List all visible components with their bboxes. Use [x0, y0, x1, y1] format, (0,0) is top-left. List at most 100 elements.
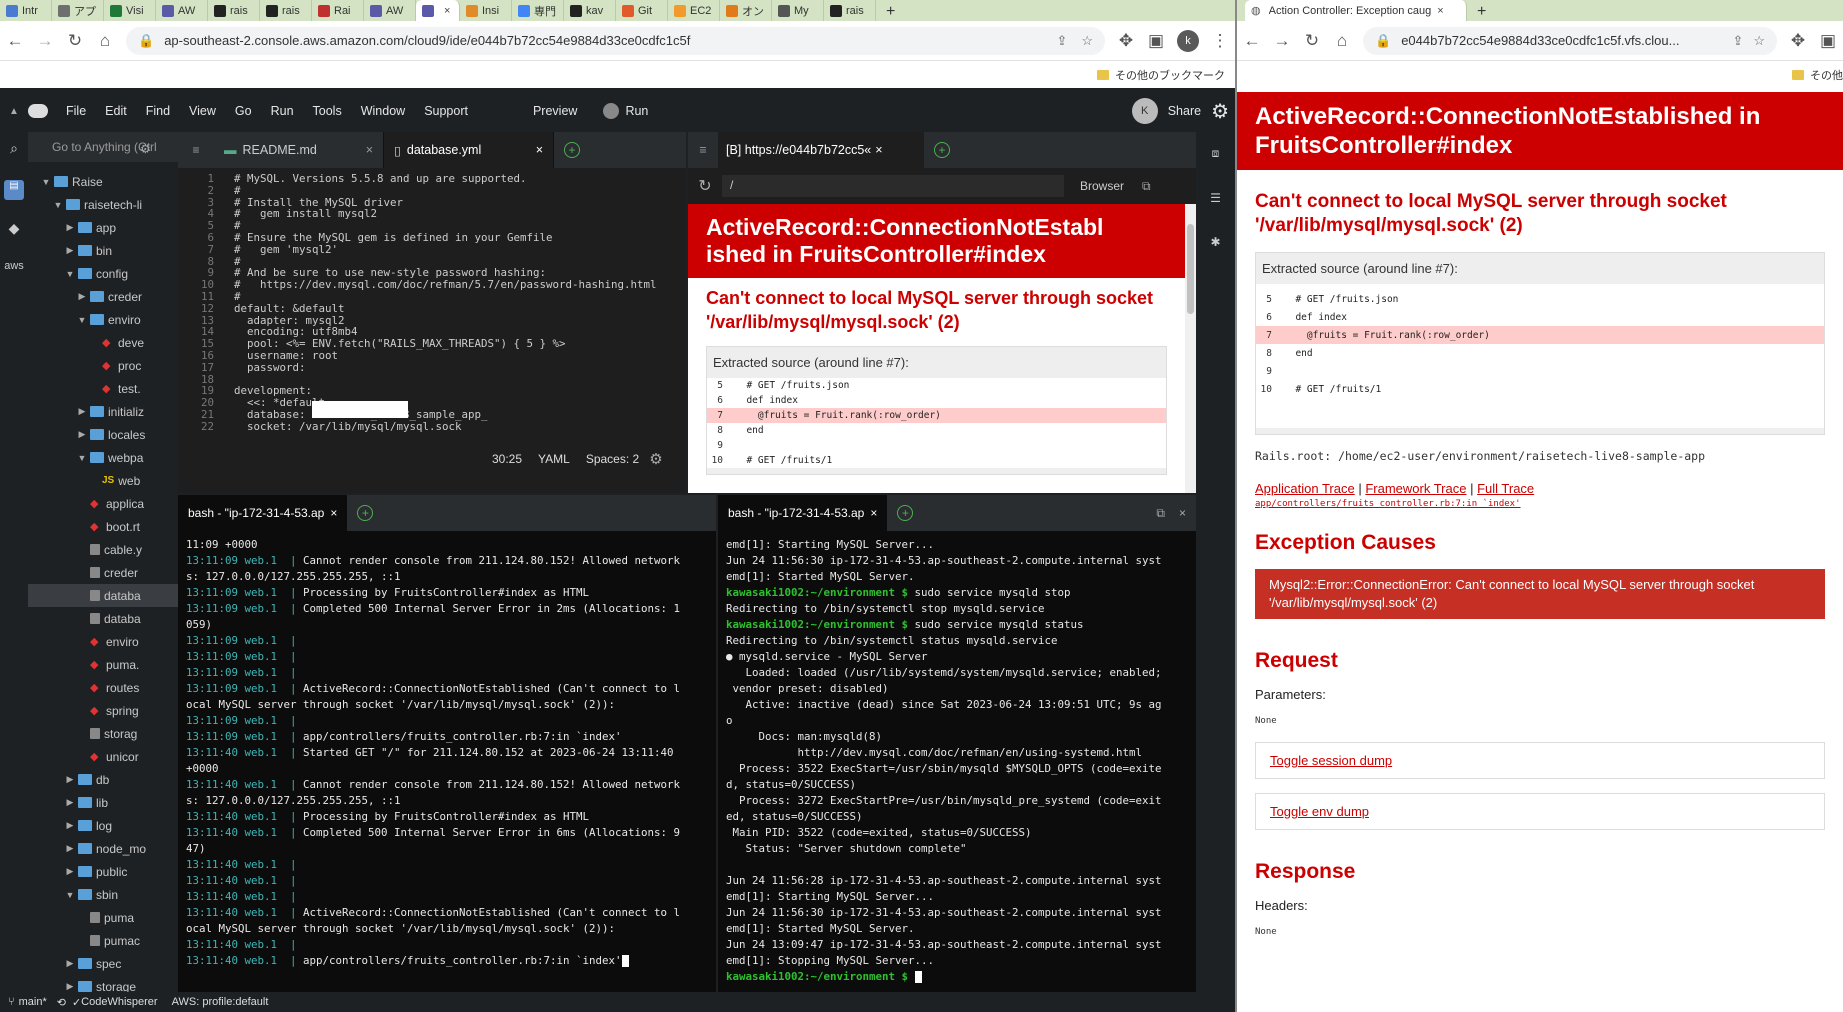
full-trace-link[interactable]: Full Trace — [1477, 481, 1534, 496]
browser-tab[interactable]: Intr — [0, 0, 52, 21]
new-terminal-icon[interactable]: + — [357, 505, 374, 521]
close-icon[interactable]: × — [536, 143, 543, 157]
chevron-icon[interactable]: ▶ — [64, 245, 76, 256]
tree-item[interactable]: ▼ config — [28, 262, 178, 285]
home-icon[interactable]: ⌂ — [1327, 31, 1357, 51]
browser-tab[interactable]: Insi — [460, 0, 512, 21]
browser-button[interactable]: Browser — [1070, 179, 1134, 193]
close-icon[interactable]: × — [366, 143, 373, 157]
browser-tab[interactable]: AW — [156, 0, 208, 21]
framework-trace-link[interactable]: Framework Trace — [1365, 481, 1466, 496]
user-avatar[interactable]: K — [1131, 98, 1158, 124]
browser-tab[interactable]: rais — [208, 0, 260, 21]
url-input[interactable]: 🔒 e044b7b72cc54e9884d33ce0cdfc1c5f.vfs.c… — [1363, 26, 1777, 55]
browser-tab[interactable]: rais — [260, 0, 312, 21]
chevron-icon[interactable]: ▼ — [52, 200, 64, 210]
close-pane-icon[interactable]: × — [1179, 506, 1186, 520]
chevron-icon[interactable]: ▶ — [64, 981, 76, 992]
menu-item[interactable]: Support — [424, 104, 468, 118]
reload-icon[interactable]: ↻ — [1297, 31, 1327, 51]
menu-item[interactable]: Edit — [105, 104, 127, 118]
forward-icon[interactable]: → — [1267, 31, 1297, 51]
tree-item[interactable]: ▶ spec — [28, 952, 178, 975]
tabs-menu-icon[interactable]: ≡ — [688, 143, 718, 157]
tree-item[interactable]: ◆ boot.rt — [28, 515, 178, 538]
outline-icon[interactable]: ☰ — [1196, 191, 1235, 205]
environment-icon[interactable]: ▤ — [4, 180, 24, 200]
toggle-env-dump-link[interactable]: Toggle env dump — [1270, 804, 1369, 819]
terminal-tab[interactable]: bash - "ip-172-31-4-53.ap × — [718, 495, 888, 531]
share-button[interactable]: Share — [1168, 104, 1201, 118]
chevron-icon[interactable]: ▼ — [64, 269, 76, 279]
editor-gear-icon[interactable]: ⚙ — [649, 450, 662, 468]
chevron-icon[interactable]: ▼ — [64, 890, 76, 900]
new-tab-icon[interactable]: + — [876, 3, 905, 21]
close-icon[interactable]: × — [870, 506, 877, 520]
collaborate-icon[interactable]: ⧈ — [1196, 146, 1235, 161]
close-icon[interactable]: × — [330, 506, 337, 520]
chevron-icon[interactable]: ▶ — [76, 429, 88, 440]
chevron-icon[interactable]: ▶ — [64, 820, 76, 831]
chevron-icon[interactable]: ▶ — [64, 958, 76, 969]
aws-icon[interactable]: aws — [4, 260, 24, 280]
preview-button[interactable]: Preview — [533, 104, 577, 118]
bookmark-folder[interactable]: その他のブックマーク — [1115, 67, 1225, 83]
tree-item[interactable]: databa — [28, 584, 178, 607]
tab-readme[interactable]: ▬ README.md × — [214, 132, 384, 168]
tree-item[interactable]: ▼ Raise — [28, 170, 178, 193]
tree-item[interactable]: ◆ proc — [28, 354, 178, 377]
language-mode[interactable]: YAML — [538, 452, 570, 466]
tree-item[interactable]: ◆ spring — [28, 699, 178, 722]
tree-item[interactable]: ▶ bin — [28, 239, 178, 262]
menu-item[interactable]: View — [189, 104, 216, 118]
reload-icon[interactable]: ↻ — [60, 31, 90, 51]
browser-path-input[interactable]: / — [722, 175, 1064, 197]
new-tab-icon[interactable]: + — [564, 142, 580, 158]
tree-item[interactable]: ◆ deve — [28, 331, 178, 354]
branch-name[interactable]: main* — [19, 996, 47, 1008]
close-icon[interactable]: × — [875, 143, 882, 157]
browser-tab[interactable]: Rai — [312, 0, 364, 21]
tree-item[interactable]: ▶ node_mo — [28, 837, 178, 860]
menu-item[interactable]: Window — [361, 104, 405, 118]
indent-spaces[interactable]: Spaces: 2 — [586, 452, 639, 466]
menu-item[interactable]: Go — [235, 104, 252, 118]
menu-icon[interactable]: ⋮ — [1205, 31, 1235, 51]
tree-item[interactable]: ◆ puma. — [28, 653, 178, 676]
tree-item[interactable]: ▶ public — [28, 860, 178, 883]
extensions-icon[interactable]: ✥ — [1783, 31, 1813, 51]
browser-tab[interactable]: × — [416, 0, 460, 21]
back-icon[interactable]: ← — [1237, 31, 1267, 51]
tree-item[interactable]: ▶ locales — [28, 423, 178, 446]
tree-item[interactable]: ◆ applica — [28, 492, 178, 515]
tree-item[interactable]: ◆ routes — [28, 676, 178, 699]
new-terminal-icon[interactable]: + — [897, 505, 914, 521]
tree-item[interactable]: ◆ test. — [28, 377, 178, 400]
new-tab-icon[interactable]: + — [1467, 3, 1496, 21]
tree-item[interactable]: pumac — [28, 929, 178, 952]
chevron-icon[interactable]: ▶ — [64, 774, 76, 785]
menu-item[interactable]: Tools — [313, 104, 342, 118]
tab-database-yml[interactable]: ▯ database.yml × — [384, 132, 554, 168]
share-icon[interactable]: ⇪ — [1732, 33, 1743, 49]
trace-line[interactable]: app/controllers/fruits_controller.rb:7:i… — [1255, 499, 1825, 509]
tree-item[interactable]: puma — [28, 906, 178, 929]
tree-item[interactable]: ▼ sbin — [28, 883, 178, 906]
preview-scrollbar[interactable] — [1185, 204, 1196, 493]
browser-tab[interactable]: kav — [564, 0, 616, 21]
star-icon[interactable]: ☆ — [1081, 33, 1093, 49]
chevron-icon[interactable]: ▼ — [40, 177, 52, 187]
tree-item[interactable]: cable.y — [28, 538, 178, 561]
tree-item[interactable]: creder — [28, 561, 178, 584]
tree-item[interactable]: ▶ app — [28, 216, 178, 239]
browser-tab[interactable]: [B] https://e044b7b72cc5« × — [718, 132, 924, 168]
tree-item[interactable]: ▼ enviro — [28, 308, 178, 331]
debugger-icon[interactable]: ✱ — [1196, 235, 1235, 249]
gear-icon[interactable]: ⚙ — [1211, 99, 1229, 124]
chevron-icon[interactable]: ▶ — [64, 843, 76, 854]
chevron-icon[interactable]: ▶ — [64, 866, 76, 877]
codewhisperer[interactable]: CodeWhisperer — [81, 996, 157, 1008]
sync-icon[interactable]: ⟲ — [57, 996, 66, 1009]
tree-item[interactable]: ▶ creder — [28, 285, 178, 308]
chevron-icon[interactable]: ▼ — [76, 315, 88, 325]
